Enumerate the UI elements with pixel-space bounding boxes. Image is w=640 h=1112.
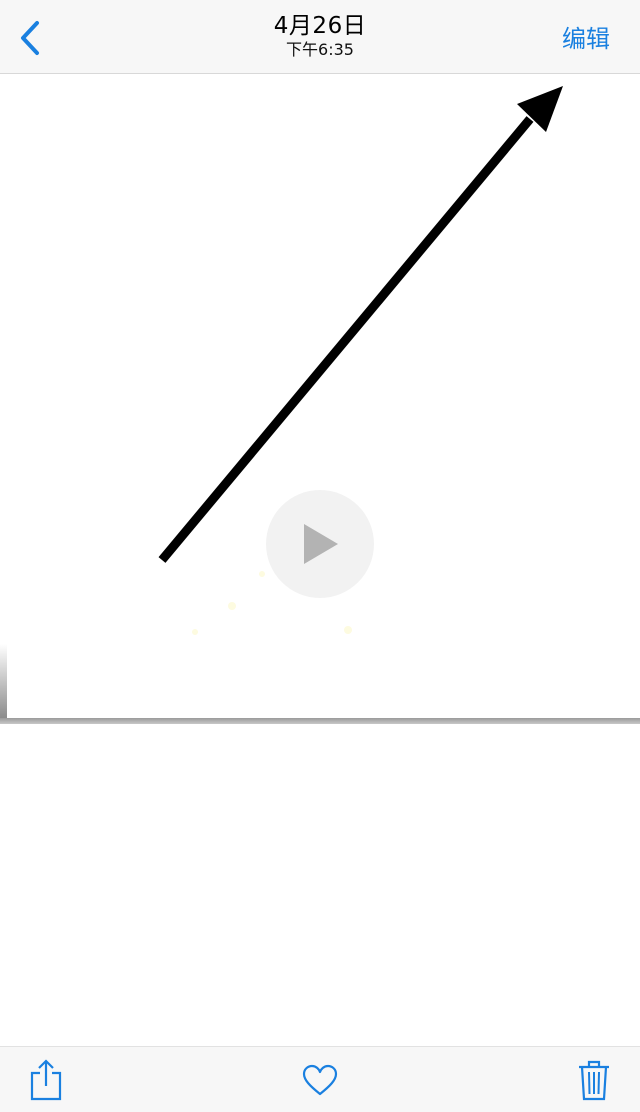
media-bottom-edge bbox=[0, 718, 640, 724]
edit-button[interactable]: 编辑 bbox=[562, 24, 610, 54]
delete-button[interactable] bbox=[571, 1057, 617, 1103]
share-icon bbox=[30, 1059, 62, 1101]
heart-icon bbox=[302, 1064, 338, 1096]
back-button[interactable] bbox=[10, 18, 50, 58]
share-button[interactable] bbox=[23, 1057, 69, 1103]
arrow-image bbox=[158, 86, 563, 635]
media-viewer[interactable] bbox=[0, 74, 640, 724]
trash-icon bbox=[579, 1060, 609, 1101]
nav-title: 4月26日 下午6:35 bbox=[170, 12, 470, 60]
favorite-button[interactable] bbox=[297, 1057, 343, 1103]
photo-time: 下午6:35 bbox=[286, 40, 354, 59]
play-icon bbox=[304, 524, 338, 564]
play-button[interactable] bbox=[266, 490, 374, 598]
media-left-edge bbox=[0, 644, 7, 720]
photo-viewer-screen: 4月26日 下午6:35 编辑 bbox=[0, 0, 640, 1112]
chevron-left-icon bbox=[21, 21, 39, 55]
bottom-toolbar bbox=[0, 1046, 640, 1112]
top-navigation-bar: 4月26日 下午6:35 编辑 bbox=[0, 0, 640, 74]
photo-date: 4月26日 bbox=[273, 13, 367, 39]
